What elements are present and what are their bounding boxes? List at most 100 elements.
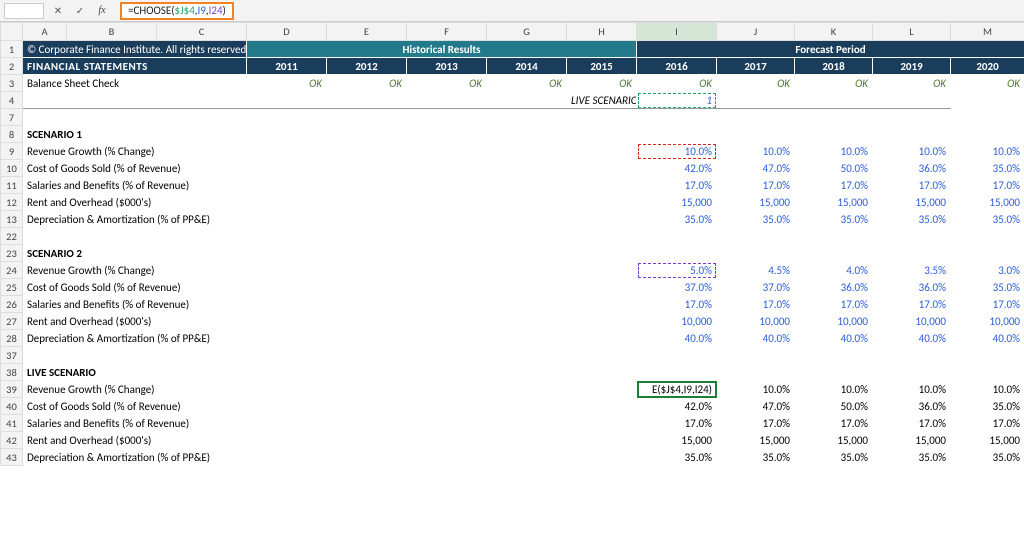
data-cell[interactable]: 15,000: [717, 432, 795, 449]
data-cell[interactable]: 10,000: [637, 313, 717, 330]
row-header[interactable]: 39: [1, 381, 23, 398]
data-cell[interactable]: 17.0%: [873, 415, 951, 432]
data-cell[interactable]: 37.0%: [637, 279, 717, 296]
data-cell[interactable]: 35.0%: [951, 211, 1024, 228]
data-cell[interactable]: 17.0%: [717, 296, 795, 313]
row-header[interactable]: 10: [1, 160, 23, 177]
row-header[interactable]: 27: [1, 313, 23, 330]
data-cell[interactable]: 10.0%: [951, 381, 1024, 398]
data-cell[interactable]: 10,000: [795, 313, 873, 330]
col-F[interactable]: F: [407, 23, 487, 41]
data-cell[interactable]: 15,000: [795, 194, 873, 211]
data-cell[interactable]: 15,000: [873, 432, 951, 449]
ok-cell[interactable]: OK: [795, 75, 873, 92]
data-cell[interactable]: 50.0%: [795, 160, 873, 177]
row-header[interactable]: 9: [1, 143, 23, 160]
data-cell[interactable]: 17.0%: [951, 415, 1024, 432]
data-cell[interactable]: 50.0%: [795, 398, 873, 415]
data-cell[interactable]: 35.0%: [717, 449, 795, 466]
data-cell[interactable]: 17.0%: [637, 415, 717, 432]
row-header[interactable]: 8: [1, 126, 23, 143]
ok-cell[interactable]: OK: [637, 75, 717, 92]
row-header[interactable]: 11: [1, 177, 23, 194]
row-header[interactable]: 38: [1, 364, 23, 381]
data-cell[interactable]: 17.0%: [951, 177, 1024, 194]
data-cell[interactable]: 10.0%: [873, 381, 951, 398]
data-cell[interactable]: 17.0%: [717, 177, 795, 194]
data-cell[interactable]: 35.0%: [637, 449, 717, 466]
row-header[interactable]: 41: [1, 415, 23, 432]
ok-cell[interactable]: OK: [873, 75, 951, 92]
data-cell[interactable]: 17.0%: [795, 415, 873, 432]
data-cell[interactable]: 35.0%: [637, 211, 717, 228]
data-cell[interactable]: 35.0%: [951, 398, 1024, 415]
data-cell[interactable]: 15,000: [795, 432, 873, 449]
ok-cell[interactable]: OK: [407, 75, 487, 92]
data-cell[interactable]: 17.0%: [873, 177, 951, 194]
row-header[interactable]: 24: [1, 262, 23, 279]
data-cell[interactable]: 47.0%: [717, 160, 795, 177]
row-header[interactable]: 1: [1, 41, 23, 58]
row-header[interactable]: 23: [1, 245, 23, 262]
row-header[interactable]: 43: [1, 449, 23, 466]
data-cell[interactable]: 15,000: [873, 194, 951, 211]
row-header[interactable]: 25: [1, 279, 23, 296]
data-cell[interactable]: 10,000: [951, 313, 1024, 330]
row-header[interactable]: 37: [1, 347, 23, 364]
data-cell[interactable]: 35.0%: [873, 211, 951, 228]
data-cell[interactable]: 10.0%: [717, 381, 795, 398]
data-cell[interactable]: 17.0%: [795, 177, 873, 194]
row-header[interactable]: 22: [1, 228, 23, 245]
data-cell[interactable]: 35.0%: [795, 449, 873, 466]
row-header[interactable]: 4: [1, 92, 23, 109]
data-cell[interactable]: 42.0%: [637, 160, 717, 177]
ok-cell[interactable]: OK: [951, 75, 1024, 92]
spreadsheet-grid[interactable]: A B C D E F G H I J K L M 1 © Corporate …: [0, 22, 1024, 466]
row-header[interactable]: 7: [1, 109, 23, 126]
confirm-button[interactable]: ✓: [72, 3, 88, 19]
data-cell[interactable]: 15,000: [637, 194, 717, 211]
col-D[interactable]: D: [247, 23, 327, 41]
row-header[interactable]: 3: [1, 75, 23, 92]
data-cell[interactable]: 15,000: [637, 432, 717, 449]
ok-cell[interactable]: OK: [717, 75, 795, 92]
data-cell[interactable]: 36.0%: [795, 279, 873, 296]
data-cell[interactable]: 4.5%: [717, 262, 795, 279]
col-G[interactable]: G: [487, 23, 567, 41]
row-header[interactable]: 13: [1, 211, 23, 228]
ok-cell[interactable]: OK: [247, 75, 327, 92]
data-cell[interactable]: 37.0%: [717, 279, 795, 296]
data-cell[interactable]: 47.0%: [717, 398, 795, 415]
data-cell[interactable]: 36.0%: [873, 279, 951, 296]
data-cell[interactable]: 15,000: [951, 432, 1024, 449]
col-B[interactable]: B: [67, 23, 157, 41]
data-cell[interactable]: 35.0%: [951, 449, 1024, 466]
data-cell[interactable]: 3.5%: [873, 262, 951, 279]
data-cell[interactable]: 10,000: [717, 313, 795, 330]
col-M[interactable]: M: [951, 23, 1024, 41]
ok-cell[interactable]: OK: [327, 75, 407, 92]
data-cell[interactable]: 17.0%: [717, 415, 795, 432]
row-header[interactable]: 42: [1, 432, 23, 449]
name-box[interactable]: [4, 3, 44, 19]
data-cell[interactable]: 10.0%: [795, 143, 873, 160]
row-header[interactable]: 26: [1, 296, 23, 313]
data-cell[interactable]: 15,000: [717, 194, 795, 211]
col-A[interactable]: A: [23, 23, 67, 41]
data-cell[interactable]: 10.0%: [795, 381, 873, 398]
col-K[interactable]: K: [795, 23, 873, 41]
col-H[interactable]: H: [567, 23, 637, 41]
data-cell[interactable]: 15,000: [951, 194, 1024, 211]
data-cell[interactable]: 40.0%: [873, 330, 951, 347]
data-cell[interactable]: 17.0%: [873, 296, 951, 313]
col-E[interactable]: E: [327, 23, 407, 41]
col-I[interactable]: I: [637, 23, 717, 41]
data-cell[interactable]: 3.0%: [951, 262, 1024, 279]
data-cell[interactable]: 10.0%: [717, 143, 795, 160]
data-cell[interactable]: 17.0%: [637, 177, 717, 194]
fx-icon[interactable]: fx: [94, 3, 110, 19]
select-all-corner[interactable]: [1, 23, 23, 41]
formula-input[interactable]: =CHOOSE( $J$4 , I9 , I24 ): [120, 2, 234, 20]
col-C[interactable]: C: [157, 23, 247, 41]
data-cell[interactable]: 35.0%: [795, 211, 873, 228]
